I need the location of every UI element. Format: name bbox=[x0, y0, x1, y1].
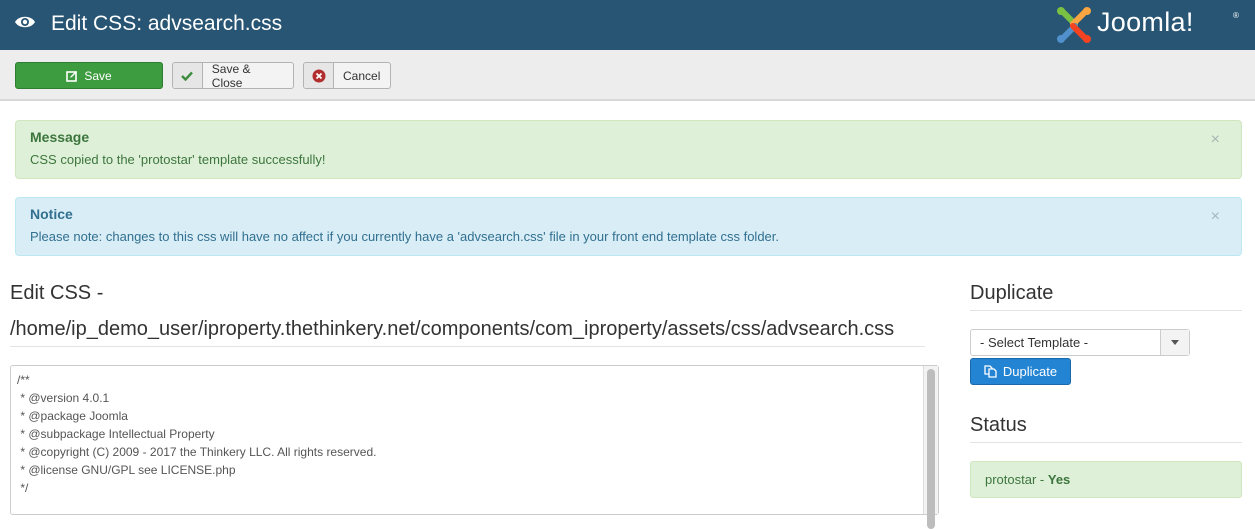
duplicate-heading: Duplicate bbox=[970, 282, 1054, 304]
logo-registered: ® bbox=[1233, 11, 1239, 20]
file-path: /home/ip_demo_user/iproperty.thethinkery… bbox=[10, 318, 895, 340]
joomla-logo[interactable]: Joomla! ® bbox=[1055, 5, 1245, 45]
cancel-label: Cancel bbox=[343, 68, 381, 83]
duplicate-label: Duplicate bbox=[1002, 364, 1058, 379]
alert-text: Please note: changes to this css will ha… bbox=[30, 229, 780, 244]
edit-css-heading: Edit CSS - bbox=[10, 282, 104, 304]
page-header: Edit CSS: advsearch.css Joomla! ® bbox=[0, 0, 1255, 50]
scrollbar-thumb[interactable] bbox=[927, 369, 935, 529]
alert-title: Message bbox=[30, 129, 90, 145]
duplicate-button[interactable]: Duplicate bbox=[970, 358, 1071, 385]
template-select-value: - Select Template - bbox=[980, 335, 1089, 350]
divider bbox=[970, 442, 1242, 443]
editor-scrollbar[interactable] bbox=[923, 366, 938, 529]
close-icon[interactable]: × bbox=[1211, 209, 1220, 225]
edit-icon bbox=[66, 70, 78, 82]
alert-text: CSS copied to the 'protostar' template s… bbox=[30, 152, 326, 167]
close-icon[interactable]: × bbox=[1211, 132, 1220, 148]
status-value: Yes bbox=[1047, 472, 1071, 487]
save-label: Save bbox=[84, 68, 112, 83]
checkmark-icon bbox=[173, 63, 203, 88]
copy-icon bbox=[984, 365, 997, 378]
template-status: protostar - Yes bbox=[970, 461, 1242, 498]
logo-wordmark: Joomla! bbox=[1097, 7, 1194, 37]
cancel-button[interactable]: Cancel bbox=[303, 62, 391, 89]
eye-icon bbox=[15, 16, 35, 28]
save-button[interactable]: Save bbox=[15, 62, 163, 89]
save-close-button[interactable]: Save & Close bbox=[172, 61, 294, 90]
alert-title: Notice bbox=[30, 206, 73, 222]
success-message-alert: Message CSS copied to the 'protostar' te… bbox=[15, 120, 1242, 179]
notice-alert: Notice Please note: changes to this css … bbox=[15, 197, 1242, 256]
template-select[interactable]: - Select Template - bbox=[970, 329, 1190, 356]
status-heading: Status bbox=[970, 414, 1027, 436]
divider bbox=[970, 310, 1242, 311]
toolbar: Save Save & Close Cancel bbox=[0, 50, 1255, 101]
css-editor[interactable]: /** * @version 4.0.1 * @package Joomla *… bbox=[10, 365, 939, 529]
status-template-name: protostar - bbox=[985, 472, 1048, 487]
joomla-logo-icon bbox=[1057, 7, 1091, 43]
chevron-down-icon[interactable] bbox=[1160, 330, 1189, 355]
css-editor-content[interactable]: /** * @version 4.0.1 * @package Joomla *… bbox=[11, 366, 938, 502]
divider bbox=[10, 346, 925, 347]
page-title: Edit CSS: advsearch.css bbox=[51, 12, 283, 35]
save-close-label: Save & Close bbox=[211, 61, 251, 90]
cancel-circle-icon bbox=[304, 63, 334, 88]
